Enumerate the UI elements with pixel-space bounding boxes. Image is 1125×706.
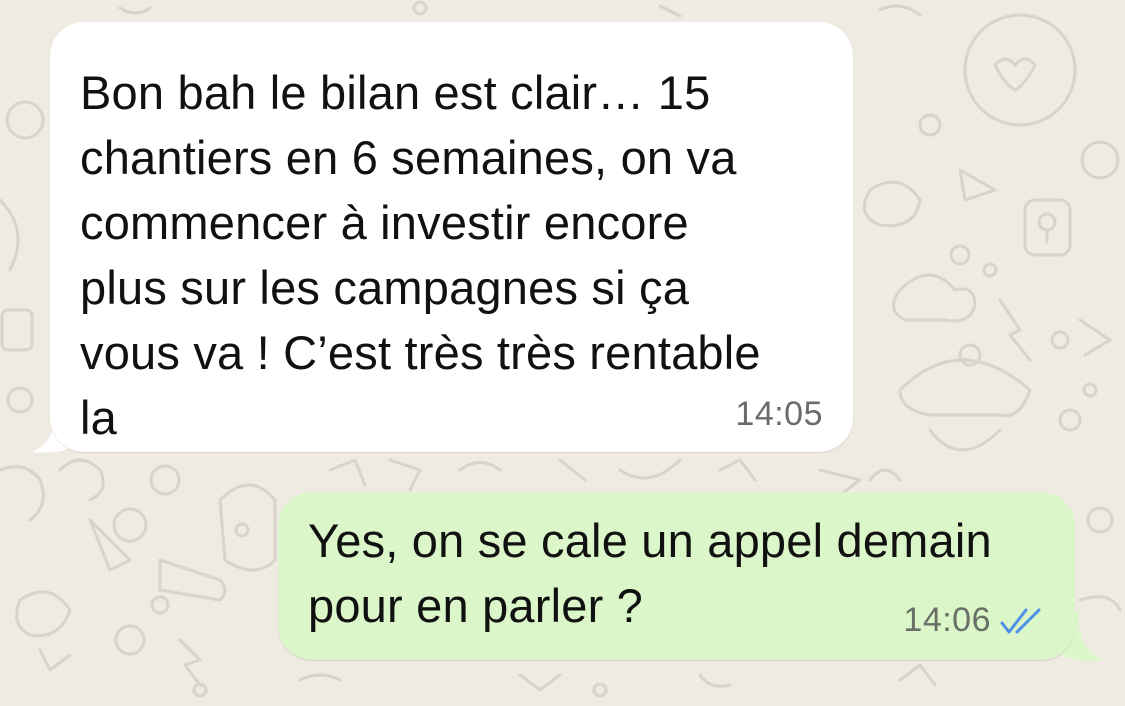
outgoing-message-meta: 14:06: [903, 601, 1045, 640]
outgoing-message-bubble[interactable]: Yes, on se cale un appel demain pour en …: [278, 492, 1075, 660]
incoming-message-bubble[interactable]: Bon bah le bilan est clair… 15 chantiers…: [50, 22, 853, 452]
incoming-message-time: 14:05: [735, 395, 823, 433]
incoming-message-meta: 14:05: [735, 395, 823, 434]
double-check-read-icon: [1000, 608, 1041, 633]
incoming-message-text: Bon bah le bilan est clair… 15 chantiers…: [80, 66, 761, 444]
outgoing-message-time: 14:06: [903, 601, 991, 639]
